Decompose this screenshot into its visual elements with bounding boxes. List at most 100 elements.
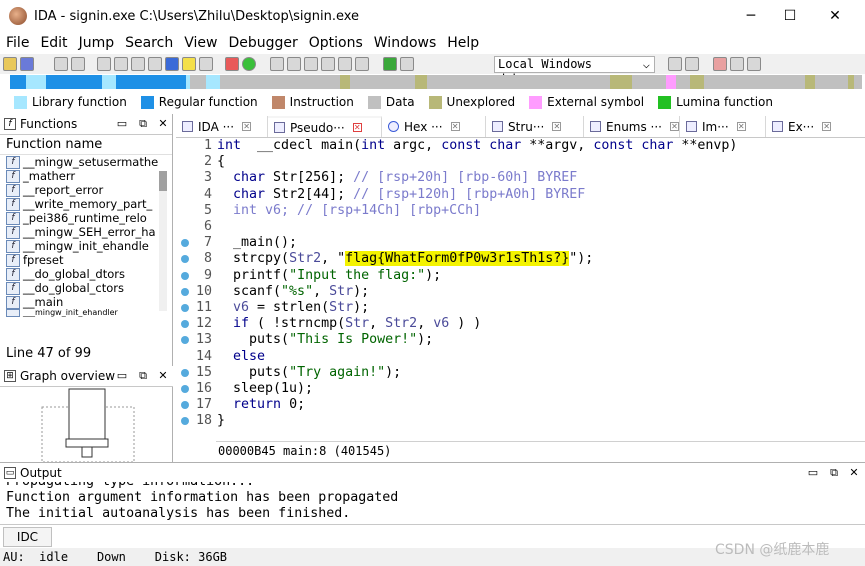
tab-pseudocode[interactable]: Pseudo··· ✕: [268, 116, 382, 137]
tab-ida-view[interactable]: IDA ··· ✕: [176, 116, 268, 137]
run-icon[interactable]: [383, 57, 397, 71]
tab-imports[interactable]: Im··· ✕: [680, 116, 766, 137]
list-item[interactable]: f __do_global_dtors: [0, 267, 172, 281]
close-icon[interactable]: ✕: [736, 122, 746, 131]
search-binary-icon[interactable]: [131, 57, 145, 71]
close-button[interactable]: ✕: [812, 0, 858, 32]
list-item[interactable]: f _pei386_runtime_relo: [0, 211, 172, 225]
close-icon[interactable]: ✕: [242, 122, 252, 131]
jump-down-icon[interactable]: [165, 57, 179, 71]
search-icon[interactable]: [97, 57, 111, 71]
breakpoint-dot-icon[interactable]: [181, 385, 189, 393]
forward-icon[interactable]: [71, 57, 85, 71]
code-line[interactable]: 13 puts("This Is Power!");: [176, 332, 865, 348]
graph-icon[interactable]: [199, 57, 213, 71]
navigation-band[interactable]: [10, 75, 862, 89]
menu-edit[interactable]: Edit: [34, 35, 72, 51]
menu-help[interactable]: Help: [441, 35, 484, 51]
close-icon[interactable]: ✕: [352, 123, 362, 132]
maximize-button[interactable]: ☐: [767, 0, 813, 32]
list-item[interactable]: ___mingw_init_ehandler: [0, 309, 172, 317]
code-line[interactable]: 1 int __cdecl main(int argc, const char *…: [176, 138, 865, 154]
code-line[interactable]: 7 _main();: [176, 235, 865, 251]
menu-view[interactable]: View: [178, 35, 222, 51]
list-item[interactable]: f __main: [0, 295, 172, 309]
tab-enums[interactable]: Enums ··· ✕: [584, 116, 680, 137]
float-icon[interactable]: ⧉: [827, 466, 841, 480]
list-item[interactable]: f fpreset: [0, 253, 172, 267]
code-line[interactable]: 8 strcpy(Str2, "flag{WhatForm0fP0w3r1sTh…: [176, 251, 865, 267]
graph-overview-canvas[interactable]: [2, 387, 168, 463]
red-a-icon[interactable]: [225, 57, 239, 71]
debug-options-icon[interactable]: [668, 57, 682, 71]
code-line[interactable]: 17 return 0;: [176, 397, 865, 413]
code-line[interactable]: 2{: [176, 154, 865, 170]
calc-icon[interactable]: [713, 57, 727, 71]
restore-icon[interactable]: ▭: [115, 117, 129, 131]
code-line[interactable]: 3 char Str[256]; // [rsp+20h] [rbp-60h] …: [176, 170, 865, 186]
struct-icon[interactable]: [287, 57, 301, 71]
code-line[interactable]: 10 scanf("%s", Str);: [176, 284, 865, 300]
code-line[interactable]: 16 sleep(1u);: [176, 381, 865, 397]
function-list-scrollbar[interactable]: [159, 171, 167, 311]
close-icon[interactable]: ✕: [552, 122, 562, 131]
restore-icon[interactable]: ▭: [115, 369, 129, 383]
code-line[interactable]: 4 char Str2[44]; // [rsp+120h] [rbp+A0h]…: [176, 187, 865, 203]
float-icon[interactable]: ⧉: [136, 117, 150, 131]
search-text-icon[interactable]: [114, 57, 128, 71]
breakpoint-dot-icon[interactable]: [181, 255, 189, 264]
float-icon[interactable]: ⧉: [136, 369, 150, 383]
breakpoint-dot-icon[interactable]: [181, 304, 189, 312]
code-line[interactable]: 15 puts("Try again!");: [176, 365, 865, 381]
settings-icon[interactable]: [747, 57, 761, 71]
code-line[interactable]: 12 if ( !strncmp(Str, Str2, v6 ) ): [176, 316, 865, 332]
list-item[interactable]: f __write_memory_part_: [0, 197, 172, 211]
pause-icon[interactable]: [400, 57, 414, 71]
code-line[interactable]: 14 else: [176, 349, 865, 365]
menu-options[interactable]: Options: [303, 35, 368, 51]
open-icon[interactable]: [3, 57, 17, 71]
function-name-column-header[interactable]: Function name: [0, 135, 172, 155]
back-icon[interactable]: [54, 57, 68, 71]
scrollbar-thumb[interactable]: [159, 171, 167, 191]
search-immediate-icon[interactable]: [148, 57, 162, 71]
breakpoint-dot-icon[interactable]: [181, 368, 189, 377]
menu-file[interactable]: File: [0, 35, 34, 51]
tab-hex-view[interactable]: Hex ··· ✕: [382, 116, 486, 137]
close-icon[interactable]: ✕: [670, 122, 679, 131]
text-icon[interactable]: [182, 57, 196, 71]
list-item[interactable]: f __report_error: [0, 183, 172, 197]
cross-icon[interactable]: [355, 57, 369, 71]
output-log[interactable]: Propagating type information... Function…: [0, 482, 865, 524]
list-item[interactable]: f __mingw_init_ehandle: [0, 239, 172, 253]
pin-icon[interactable]: [338, 57, 352, 71]
green-dot-icon[interactable]: [242, 57, 256, 71]
xref-icon[interactable]: [321, 57, 335, 71]
breakpoint-dot-icon[interactable]: [181, 336, 189, 345]
breakpoint-dot-icon[interactable]: [181, 271, 189, 280]
list-item[interactable]: f __mingw_SEH_error_ha: [0, 225, 172, 239]
close-icon[interactable]: ✕: [450, 122, 460, 131]
code-line[interactable]: 11 v6 = strlen(Str);: [176, 300, 865, 316]
tab-exports[interactable]: Ex··· ✕: [766, 116, 852, 137]
menu-windows[interactable]: Windows: [368, 35, 442, 51]
hex-icon[interactable]: [730, 57, 744, 71]
breakpoint-dot-icon[interactable]: [181, 239, 189, 248]
close-icon[interactable]: ✕: [822, 122, 832, 131]
breakpoint-dot-icon[interactable]: [181, 287, 189, 296]
list-item[interactable]: f __mingw_setusermathe: [0, 155, 172, 169]
debug-attach-icon[interactable]: [685, 57, 699, 71]
list-item[interactable]: f __do_global_ctors: [0, 281, 172, 295]
debugger-select[interactable]: Local Windows debugger ⌵: [494, 56, 655, 86]
pseudocode-view[interactable]: 1 int __cdecl main(int argc, const char *…: [176, 138, 865, 440]
menu-search[interactable]: Search: [119, 35, 178, 51]
restore-icon[interactable]: ▭: [806, 466, 820, 480]
breakpoint-dot-icon[interactable]: [181, 320, 189, 329]
breakpoint-dot-icon[interactable]: [181, 417, 189, 426]
list-item[interactable]: f _matherr: [0, 169, 172, 183]
close-icon[interactable]: ✕: [847, 466, 861, 480]
code-line[interactable]: 18}: [176, 413, 865, 429]
idc-button[interactable]: IDC: [3, 527, 52, 547]
close-icon[interactable]: ✕: [156, 117, 170, 131]
save-icon[interactable]: [20, 57, 34, 71]
